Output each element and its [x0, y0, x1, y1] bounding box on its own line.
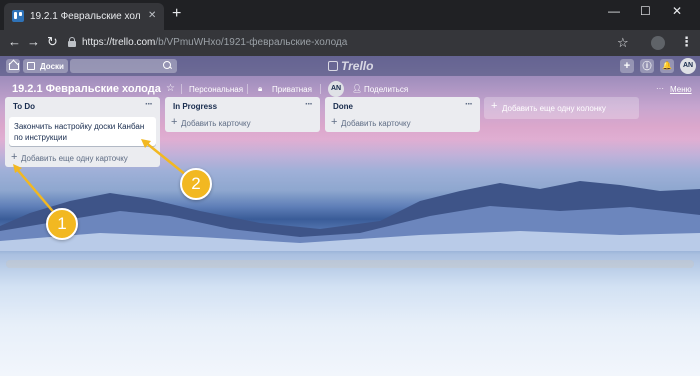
divider — [247, 84, 248, 94]
list-to-do: To Do ··· Закончить настройку доски Канб… — [5, 97, 160, 167]
tab-title: 19.2.1 Февральские холода | Tre — [30, 11, 140, 22]
list-done: Done ··· + Добавить карточку — [325, 97, 480, 132]
privacy-button[interactable]: Приватная — [272, 85, 312, 94]
trello-board-viewport: Доски Trello + ⓘ 🔔 AN 19.2.1 Февральские… — [0, 56, 700, 376]
url-host: https://trello.com — [82, 37, 156, 48]
address-bar-row: ← → ↻ https://trello.com/b/VPmuWHxo/1921… — [0, 30, 700, 56]
reload-icon[interactable]: ↻ — [47, 35, 58, 49]
boards-icon — [27, 62, 35, 70]
add-list-label: Добавить еще одну колонку — [502, 104, 606, 113]
boards-label: Доски — [40, 62, 64, 71]
list-title[interactable]: In Progress — [173, 102, 217, 111]
list-title[interactable]: Done — [333, 102, 353, 111]
list-header: Done ··· — [325, 97, 480, 115]
list-menu-icon[interactable]: ··· — [465, 99, 473, 110]
notifications-bell-icon[interactable]: 🔔 — [660, 59, 674, 73]
url-field[interactable]: https://trello.com/b/VPmuWHxo/1921-февра… — [82, 37, 347, 48]
browser-menu-icon[interactable]: ⋮ — [680, 34, 693, 50]
tab-close-icon[interactable]: ✕ — [148, 10, 156, 21]
board-title[interactable]: 19.2.1 Февральские холода — [12, 83, 161, 95]
list-title[interactable]: To Do — [13, 102, 35, 111]
trello-header: Доски Trello + ⓘ 🔔 AN — [0, 56, 700, 76]
list-in-progress: In Progress ··· + Добавить карточку — [165, 97, 320, 132]
card-item[interactable]: Закончить настройку доски Канбан по инст… — [9, 117, 156, 146]
share-user-icon: 👤︎ — [352, 84, 363, 93]
trello-logo-text: Trello — [341, 59, 374, 73]
add-card-label: Добавить карточку — [181, 119, 251, 128]
maximize-button[interactable]: ☐ — [640, 4, 651, 18]
info-button[interactable]: ⓘ — [640, 59, 654, 73]
list-header: To Do ··· — [5, 97, 160, 115]
add-card-label: Добавить карточку — [341, 119, 411, 128]
callout-badge-2: 2 — [180, 168, 212, 200]
home-icon[interactable] — [6, 59, 20, 73]
list-menu-icon[interactable]: ··· — [145, 99, 153, 110]
horizontal-scrollbar[interactable] — [6, 260, 694, 268]
forward-icon[interactable]: → — [27, 35, 40, 49]
browser-tab[interactable]: 19.2.1 Февральские холода | Tre ✕ — [4, 3, 164, 30]
close-window-button[interactable]: ✕ — [672, 4, 682, 18]
callout-badge-1: 1 — [46, 208, 78, 240]
back-icon[interactable]: ← — [8, 35, 21, 49]
plus-icon: + — [491, 100, 498, 112]
search-icon[interactable] — [163, 61, 171, 69]
mountain-background — [0, 181, 700, 251]
plus-icon: + — [171, 116, 178, 128]
menu-dots-icon: ··· — [656, 84, 664, 93]
share-button[interactable]: Поделиться — [364, 85, 408, 94]
add-card-button[interactable]: + Добавить еще одну карточку — [5, 150, 160, 167]
add-list-button[interactable]: + Добавить еще одну колонку — [484, 97, 639, 119]
plus-icon: + — [331, 116, 338, 128]
url-path: /b/VPmuWHxo/1921-февральские-холода — [155, 37, 348, 48]
search-input[interactable] — [70, 59, 177, 73]
boards-button[interactable]: Доски — [23, 59, 68, 73]
add-card-button[interactable]: + Добавить карточку — [165, 115, 320, 132]
board-menu-link[interactable]: Меню — [670, 85, 692, 94]
browser-tab-bar: 19.2.1 Февральские холода | Tre ✕ + — ☐ … — [0, 0, 700, 30]
list-header: In Progress ··· — [165, 97, 320, 115]
new-tab-button[interactable]: + — [172, 6, 181, 22]
plus-icon: + — [11, 151, 18, 163]
divider — [320, 84, 321, 94]
divider — [181, 84, 182, 94]
bookmark-star-icon[interactable]: ☆ — [617, 35, 629, 51]
privacy-lock-icon: 🔒︎ — [258, 84, 263, 93]
create-button[interactable]: + — [620, 59, 634, 73]
trello-favicon-icon — [12, 10, 24, 22]
add-card-label: Добавить еще одну карточку — [21, 154, 128, 163]
trello-logo-icon — [328, 61, 338, 71]
team-visibility-button[interactable]: Персональная — [189, 85, 243, 94]
profile-icon[interactable] — [651, 36, 665, 50]
board-star-icon[interactable]: ☆ — [166, 83, 175, 94]
board-member-avatar[interactable]: AN — [328, 81, 344, 97]
scrollbar-thumb[interactable] — [6, 260, 694, 268]
user-avatar[interactable]: AN — [680, 58, 696, 74]
minimize-button[interactable]: — — [608, 4, 620, 18]
list-menu-icon[interactable]: ··· — [305, 99, 313, 110]
add-card-button[interactable]: + Добавить карточку — [325, 115, 480, 132]
lock-icon — [68, 37, 76, 47]
